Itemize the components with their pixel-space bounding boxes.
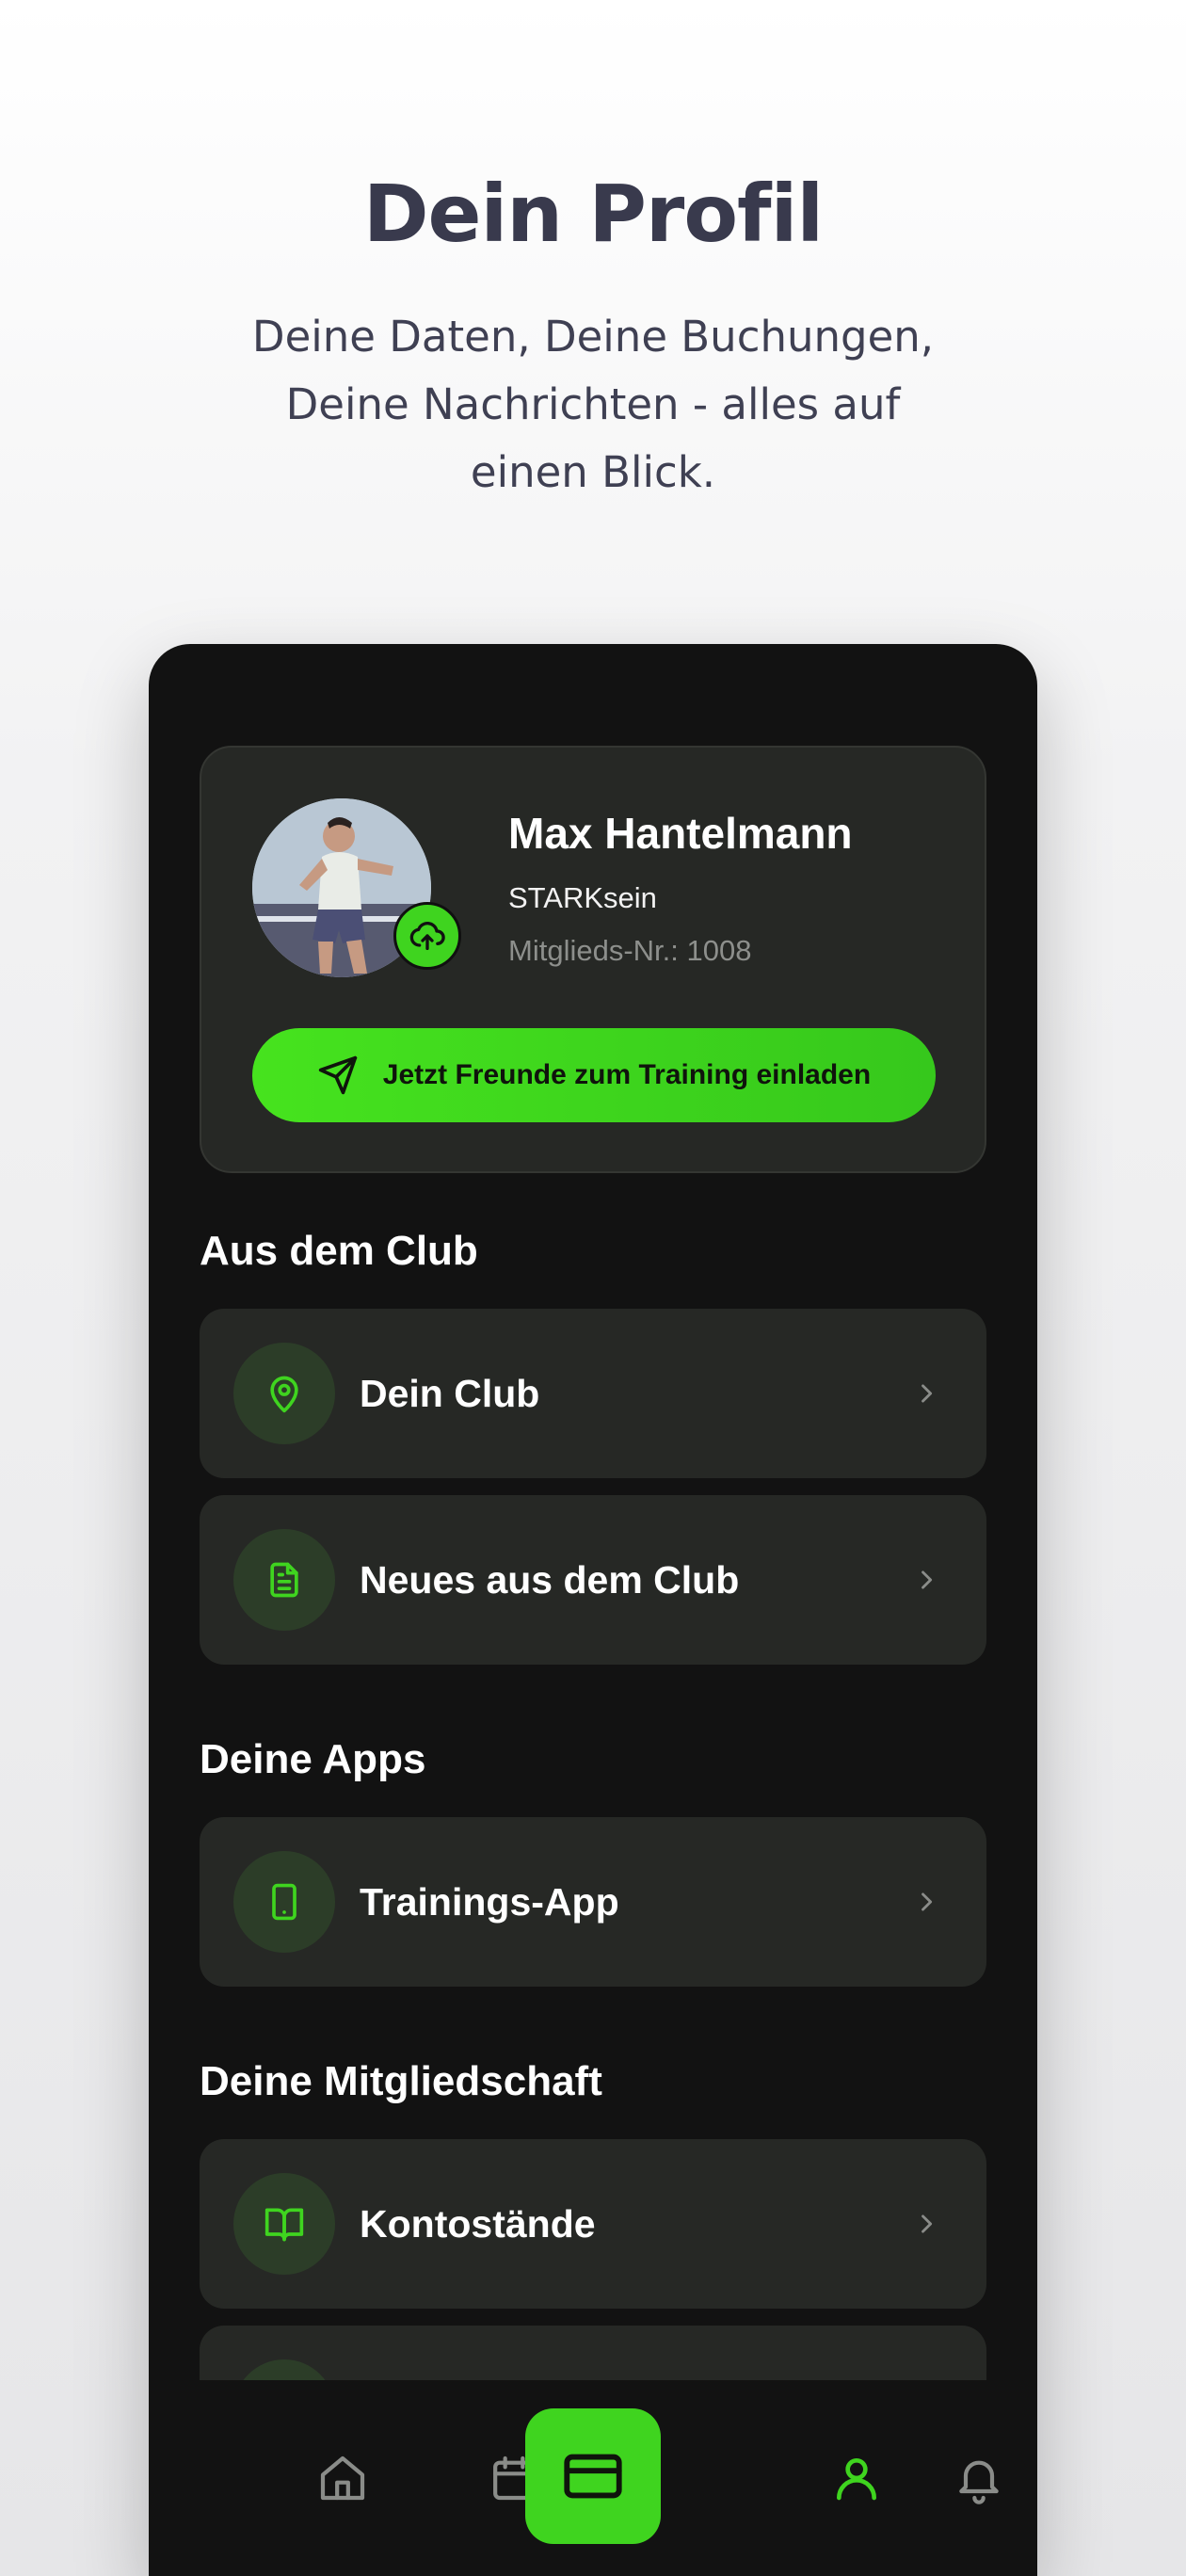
row-icon-wrap bbox=[233, 1529, 335, 1631]
page-subtitle: Deine Daten, Deine Buchungen, Deine Nach… bbox=[216, 303, 970, 507]
cloud-upload-icon bbox=[409, 921, 445, 950]
nav-profile[interactable] bbox=[800, 2380, 913, 2576]
member-number: Mitglieds-Nr.: 1008 bbox=[508, 934, 752, 967]
document-icon bbox=[270, 1562, 298, 1598]
nav-home[interactable] bbox=[286, 2380, 399, 2576]
invite-friends-button[interactable]: Jetzt Freunde zum Training einladen bbox=[252, 1028, 936, 1122]
user-icon bbox=[837, 2458, 876, 2501]
chevron-right-icon bbox=[907, 1375, 945, 1412]
row-icon-wrap bbox=[233, 1343, 335, 1444]
section-title-apps: Deine Apps bbox=[200, 1736, 426, 1782]
menu-item-trainings-app[interactable]: Trainings-App bbox=[200, 1817, 986, 1987]
menu-item-neues-aus-dem-club[interactable]: Neues aus dem Club bbox=[200, 1495, 986, 1665]
menu-item-dein-club[interactable]: Dein Club bbox=[200, 1309, 986, 1478]
bottom-nav bbox=[149, 2380, 1037, 2576]
menu-item-label: Dein Club bbox=[360, 1371, 540, 1415]
subtitle-line: einen Blick. bbox=[470, 447, 716, 497]
upload-photo-button[interactable] bbox=[393, 902, 461, 970]
nav-card[interactable] bbox=[525, 2408, 661, 2544]
map-pin-icon bbox=[270, 1376, 298, 1413]
row-icon-wrap bbox=[233, 1851, 335, 1953]
phone-screen: Max Hantelmann STARKsein Mitglieds-Nr.: … bbox=[149, 644, 1037, 2576]
card-icon bbox=[564, 2454, 622, 2499]
subtitle-line: Deine Daten, Deine Buchungen, bbox=[251, 312, 935, 362]
menu-item-kontostaende[interactable]: Kontostände bbox=[200, 2139, 986, 2309]
smartphone-icon bbox=[272, 1883, 296, 1921]
home-icon bbox=[320, 2455, 365, 2501]
chevron-right-icon bbox=[907, 2205, 945, 2243]
chevron-right-icon bbox=[907, 1883, 945, 1921]
row-icon-wrap bbox=[233, 2173, 335, 2275]
menu-item-label: Neues aus dem Club bbox=[360, 1557, 740, 1602]
profile-club: STARKsein bbox=[508, 881, 657, 914]
section-title-membership: Deine Mitgliedschaft bbox=[200, 2058, 602, 2104]
profile-name: Max Hantelmann bbox=[508, 809, 853, 858]
bell-icon bbox=[959, 2460, 999, 2504]
section-title-club: Aus dem Club bbox=[200, 1228, 478, 1274]
menu-item-label: Kontostände bbox=[360, 2201, 596, 2246]
chevron-right-icon bbox=[907, 1561, 945, 1599]
invite-button-label: Jetzt Freunde zum Training einladen bbox=[382, 1059, 872, 1090]
subtitle-line: Deine Nachrichten - alles auf bbox=[285, 379, 901, 429]
page-title: Dein Profil bbox=[362, 168, 824, 260]
send-icon bbox=[318, 1055, 357, 1095]
profile-card: Max Hantelmann STARKsein Mitglieds-Nr.: … bbox=[200, 746, 986, 1173]
book-icon bbox=[264, 2208, 304, 2242]
nav-notifications[interactable] bbox=[959, 2380, 1037, 2576]
menu-item-label: Trainings-App bbox=[360, 1879, 619, 1924]
